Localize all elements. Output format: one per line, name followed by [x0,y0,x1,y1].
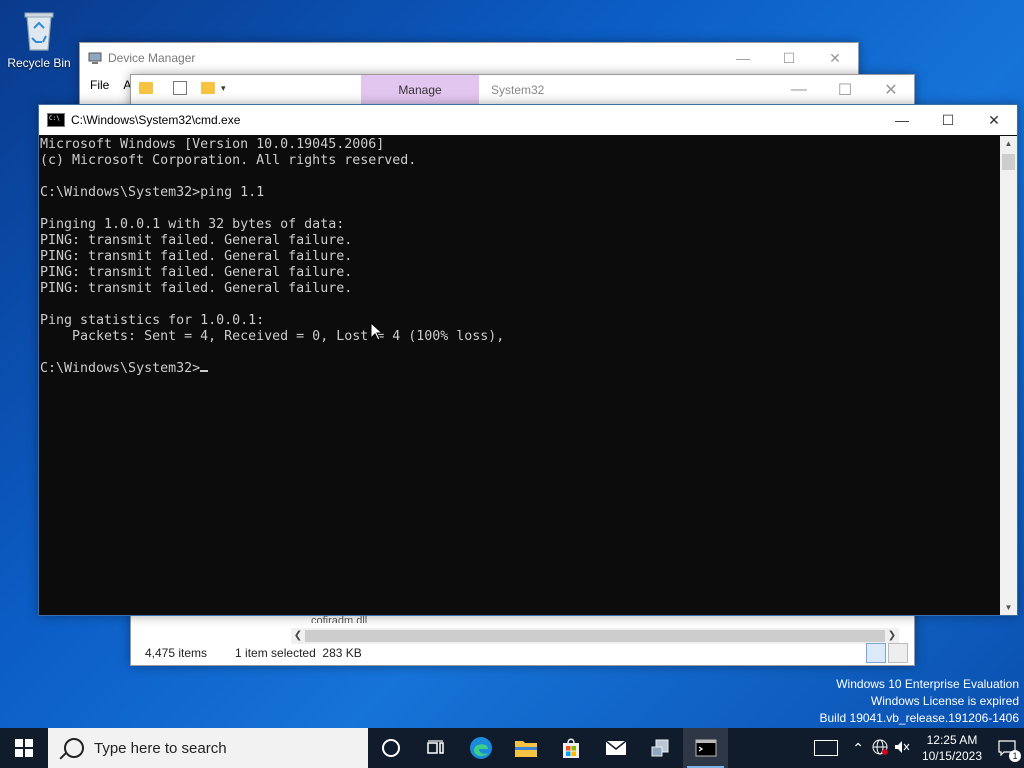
recycle-bin-desktop-icon[interactable]: Recycle Bin [6,8,72,70]
search-icon [64,738,84,758]
cortana-button[interactable] [368,728,413,768]
mouse-pointer-icon [370,321,384,346]
clock-time: 12:25 AM [926,733,978,747]
minimize-button[interactable]: — [776,81,822,99]
taskbar-device-manager[interactable] [638,728,683,768]
properties-icon[interactable] [173,81,187,95]
search-placeholder: Type here to search [94,739,227,757]
network-icon[interactable] [872,739,888,758]
selection-info: 1 item selected 283 KB [235,646,362,660]
activation-watermark: Windows 10 Enterprise Evaluation Windows… [820,676,1020,727]
scrollbar-thumb[interactable] [1002,154,1015,170]
taskbar-edge[interactable] [458,728,503,768]
menu-file[interactable]: File [90,78,109,92]
minimize-button[interactable]: — [720,43,766,73]
windows-logo-icon [15,739,33,757]
taskbar-file-explorer[interactable] [503,728,548,768]
task-view-icon [426,740,444,754]
console-prompt: C:\Windows\System32> [40,361,201,376]
cortana-icon [381,739,400,757]
window-title: C:\Windows\System32\cmd.exe [71,113,241,127]
quick-access-toolbar: ▾ [139,81,226,95]
console-line: PING: transmit failed. General failure. [40,265,353,280]
vertical-scrollbar[interactable]: ▲ ▼ [1000,136,1017,615]
close-button[interactable]: ✕ [971,105,1017,135]
recycle-bin-label: Recycle Bin [7,56,71,70]
console-line: (c) Microsoft Corporation. All rights re… [40,153,417,168]
close-button[interactable]: ✕ [812,43,858,73]
clock-date: 10/15/2023 [921,749,982,763]
volume-muted-icon[interactable] [894,740,910,757]
file-explorer-icon [514,741,537,757]
file-row-partial[interactable]: cofiradm.dll [311,615,367,623]
system-tray: ⌃ 12:25 AM 10/15/2023 1 [814,728,1024,768]
notification-badge: 1 [1009,750,1021,762]
device-manager-icon [651,739,668,757]
text-cursor [200,370,209,372]
console-line: Pinging 1.0.0.1 with 32 bytes of data: [40,217,345,232]
maximize-button[interactable]: ☐ [822,80,868,100]
watermark-edition: Windows 10 Enterprise Evaluation [836,677,1019,691]
store-icon [562,738,579,758]
taskbar-store[interactable] [548,728,593,768]
task-view-button[interactable] [413,728,458,768]
scroll-down-icon[interactable]: ▼ [1000,603,1017,612]
device-manager-title: Device Manager [108,51,196,65]
status-bar: 4,475 items 1 item selected 283 KB [131,641,914,665]
taskbar-clock[interactable]: 12:25 AM 10/15/2023 [914,732,990,764]
device-manager-icon [88,51,102,65]
taskbar-command-prompt[interactable] [683,728,728,768]
command-prompt-window[interactable]: C:\Windows\System32\cmd.exe — ☐ ✕ Micros… [38,104,1018,616]
watermark-license: Windows License is expired [870,694,1019,708]
details-view-button[interactable] [866,643,886,663]
console-line: PING: transmit failed. General failure. [40,281,353,296]
recycle-bin-icon [19,8,59,52]
large-icons-view-button[interactable] [888,643,908,663]
start-button[interactable] [0,728,48,768]
chevron-down-icon[interactable]: ▾ [221,83,226,94]
edge-icon [469,737,492,759]
taskbar-mail[interactable] [593,728,638,768]
close-button[interactable]: ✕ [868,80,914,100]
console-line: Ping statistics for 1.0.0.1: [40,313,265,328]
mail-icon [605,740,626,755]
console-output[interactable]: Microsoft Windows [Version 10.0.19045.20… [39,136,1000,615]
cmd-icon [695,739,716,757]
console-line: C:\Windows\System32>ping 1.1 [40,185,265,200]
minimize-button[interactable]: — [879,105,925,135]
file-name: cofiradm.dll [311,615,368,623]
maximize-button[interactable]: ☐ [925,105,971,135]
news-widget-icon[interactable] [814,740,839,756]
cmd-icon [47,113,65,127]
tab-manage[interactable]: Manage [361,75,479,105]
maximize-button[interactable]: ☐ [766,43,812,73]
taskbar: Type here to search ⌃ 12:25 AM 10/15/202… [0,728,1024,768]
console-line: PING: transmit failed. General failure. [40,249,353,264]
action-center-button[interactable]: 1 [990,728,1024,768]
item-count: 4,475 items [145,646,208,660]
console-line: PING: transmit failed. General failure. [40,233,353,248]
scroll-up-icon[interactable]: ▲ [1000,139,1017,148]
console-line: Packets: Sent = 4, Received = 0, Lost = … [40,329,505,344]
watermark-build: Build 19041.vb_release.191206-1406 [819,711,1020,725]
console-lines: Microsoft Windows [Version 10.0.19045.20… [40,137,1000,361]
chevron-up-icon[interactable]: ⌃ [852,740,864,757]
new-folder-icon[interactable] [201,82,215,94]
taskbar-search-box[interactable]: Type here to search [48,728,368,768]
folder-icon[interactable] [139,82,153,94]
console-line: Microsoft Windows [Version 10.0.19045.20… [40,137,385,152]
window-title: System32 [491,83,545,97]
